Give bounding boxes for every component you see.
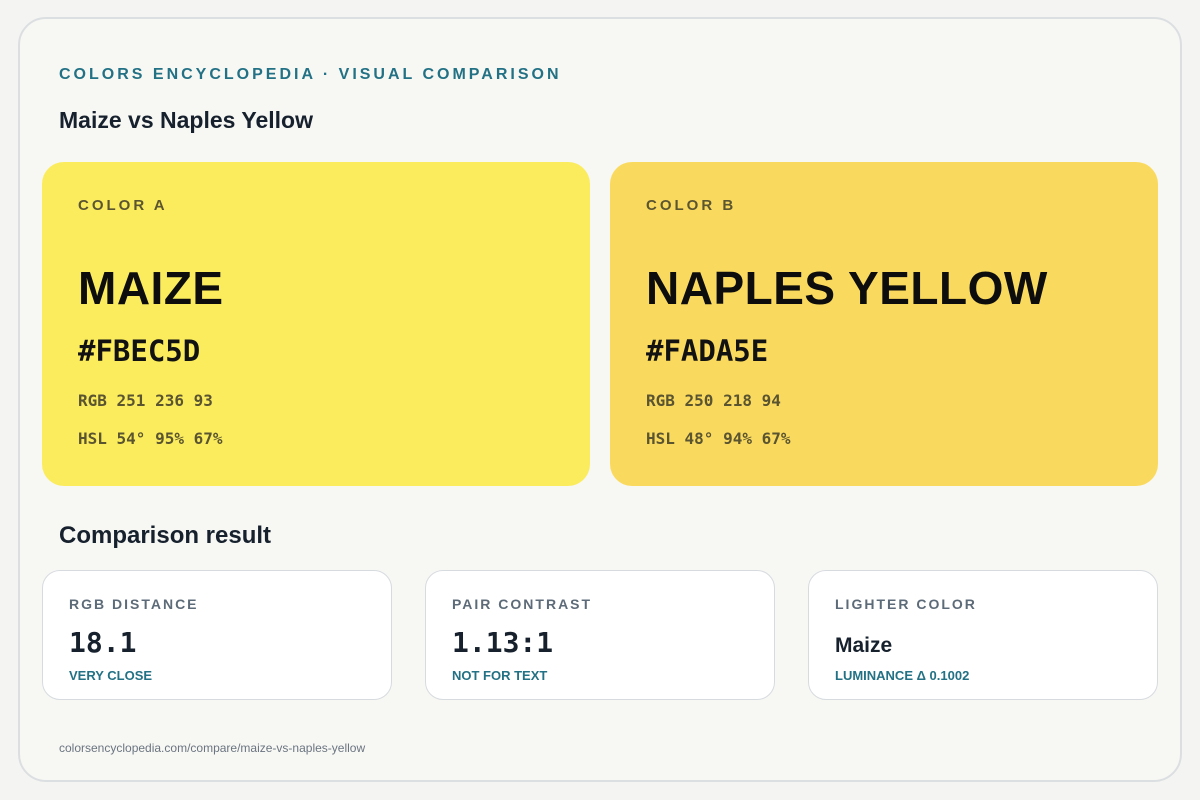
metric-rgb-distance: RGB DISTANCE 18.1 VERY CLOSE: [42, 570, 392, 700]
page-url[interactable]: colorsencyclopedia.com/compare/maize-vs-…: [59, 741, 365, 755]
color-b-rgb: RGB 250 218 94: [646, 391, 781, 410]
metric-value: 18.1: [69, 626, 137, 659]
color-b-hsl: HSL 48° 94% 67%: [646, 429, 791, 448]
color-a-name: MAIZE: [78, 262, 224, 314]
color-a-hsl: HSL 54° 95% 67%: [78, 429, 223, 448]
comparison-title: Comparison result: [59, 522, 272, 549]
metric-note: NOT FOR TEXT: [452, 668, 548, 683]
color-b-swatch: COLOR B NAPLES YELLOW #FADA5E RGB 250 21…: [610, 162, 1158, 486]
metric-note: LUMINANCE Δ 0.1002: [835, 668, 970, 683]
color-b-hex: #FADA5E: [646, 334, 769, 368]
metric-label: PAIR CONTRAST: [452, 596, 593, 612]
color-a-rgb: RGB 251 236 93: [78, 391, 213, 410]
metric-pair-contrast: PAIR CONTRAST 1.13:1 NOT FOR TEXT: [425, 570, 775, 700]
color-a-hex: #FBEC5D: [78, 334, 201, 368]
metric-value: Maize: [835, 634, 893, 657]
color-b-tag: COLOR B: [646, 197, 737, 214]
site-eyebrow: COLORS ENCYCLOPEDIA · VISUAL COMPARISON: [59, 66, 562, 83]
color-a-swatch: COLOR A MAIZE #FBEC5D RGB 251 236 93 HSL…: [42, 162, 590, 486]
metric-label: LIGHTER COLOR: [835, 596, 977, 612]
color-b-name: NAPLES YELLOW: [646, 262, 1048, 314]
metric-value: 1.13:1: [452, 626, 554, 659]
page-title: Maize vs Naples Yellow: [59, 107, 313, 133]
metric-label: RGB DISTANCE: [69, 596, 199, 612]
metric-lighter-color: LIGHTER COLOR Maize LUMINANCE Δ 0.1002: [808, 570, 1158, 700]
metric-note: VERY CLOSE: [69, 668, 153, 683]
color-a-tag: COLOR A: [78, 197, 168, 214]
